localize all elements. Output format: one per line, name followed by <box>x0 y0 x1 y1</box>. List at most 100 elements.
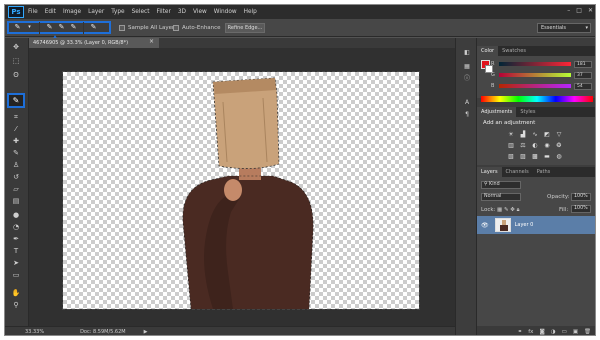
threshold-icon[interactable]: ▩ <box>531 153 539 161</box>
brush-size-icon[interactable]: ✎ <box>89 23 98 32</box>
gradient-tool-icon[interactable]: ▤ <box>10 196 22 206</box>
red-value[interactable]: 181 <box>574 60 592 68</box>
green-track[interactable] <box>499 73 571 77</box>
pen-tool-icon[interactable]: ✒ <box>10 234 22 244</box>
zoom-level[interactable]: 33.33% <box>25 329 44 335</box>
checkbox-box[interactable] <box>173 25 179 31</box>
levels-icon[interactable]: ▟ <box>519 131 527 139</box>
zoom-tool-icon[interactable]: ⚲ <box>10 300 22 310</box>
marquee-tool-icon[interactable]: ⬚ <box>10 56 22 66</box>
sample-all-layers-checkbox[interactable]: Sample All Layers <box>119 25 177 31</box>
menu-help[interactable]: Help <box>244 9 257 15</box>
menu-image[interactable]: Image <box>63 9 81 15</box>
photo-filter-icon[interactable]: ◉ <box>543 142 551 150</box>
eraser-tool-icon[interactable]: ▱ <box>10 184 22 194</box>
menu-select[interactable]: Select <box>132 9 150 15</box>
eye-icon[interactable]: 👁︎ <box>481 222 489 229</box>
menu-window[interactable]: Window <box>214 9 237 15</box>
adjustment-layer-icon[interactable]: ◑ <box>551 329 556 335</box>
layer-filter-select[interactable]: ⚲ Kind <box>481 181 521 189</box>
history-brush-tool-icon[interactable]: ↺ <box>10 172 22 182</box>
auto-enhance-checkbox[interactable]: Auto-Enhance <box>173 25 221 31</box>
menu-view[interactable]: View <box>193 9 207 15</box>
refine-edge-button[interactable]: Refine Edge... <box>225 23 265 33</box>
maximize-button[interactable]: □ <box>576 7 582 14</box>
tab-paths[interactable]: Paths <box>533 167 555 177</box>
blur-tool-icon[interactable]: ● <box>10 210 22 220</box>
character-panel-icon[interactable]: A <box>462 98 472 107</box>
tab-color[interactable]: Color <box>477 46 499 56</box>
opacity-input[interactable]: 100% <box>571 193 591 201</box>
menu-filter[interactable]: Filter <box>156 9 170 15</box>
type-tool-icon[interactable]: T <box>10 246 22 256</box>
red-slider[interactable]: R 181 <box>491 60 595 68</box>
brightness-contrast-icon[interactable]: ☀ <box>507 131 515 139</box>
green-value[interactable]: 37 <box>574 71 592 79</box>
curves-icon[interactable]: ∿ <box>531 131 539 139</box>
fill-input[interactable]: 100% <box>571 205 591 213</box>
history-panel-icon[interactable]: ◧ <box>462 48 472 57</box>
layer-name[interactable]: Layer 0 <box>515 222 534 228</box>
gradient-map-icon[interactable]: ▬ <box>543 153 551 161</box>
info-panel-icon[interactable]: ⓘ <box>462 74 472 83</box>
subtract-from-selection-icon[interactable]: ✎ <box>69 23 78 32</box>
hue-saturation-icon[interactable]: ▥ <box>507 142 515 150</box>
tab-channels[interactable]: Channels <box>502 167 533 177</box>
menu-type[interactable]: Type <box>111 9 124 15</box>
brush-tool-icon[interactable]: ✎ <box>10 148 22 158</box>
posterize-icon[interactable]: ▨ <box>519 153 527 161</box>
blue-slider[interactable]: B 54 <box>491 82 595 90</box>
tab-swatches[interactable]: Swatches <box>498 46 530 56</box>
clone-stamp-tool-icon[interactable]: ♙ <box>10 160 22 170</box>
paragraph-panel-icon[interactable]: ¶ <box>462 110 472 119</box>
color-balance-icon[interactable]: ⚖ <box>519 142 527 150</box>
menu-3d[interactable]: 3D <box>178 9 186 15</box>
trash-icon[interactable]: 🗑︎ <box>584 329 591 335</box>
document-tab[interactable]: 46746905 @ 33.3% (Layer 0, RGB/8*) <box>29 38 159 48</box>
workspace-select[interactable]: Essentials ▾ <box>537 23 591 33</box>
path-selection-tool-icon[interactable]: ➤ <box>10 258 22 268</box>
eyedropper-tool-icon[interactable]: ⁄ <box>10 124 22 134</box>
tab-styles[interactable]: Styles <box>516 107 539 117</box>
menu-file[interactable]: File <box>28 9 38 15</box>
color-spectrum-bar[interactable] <box>481 96 593 102</box>
vibrance-icon[interactable]: ▽ <box>555 131 563 139</box>
properties-panel-icon[interactable]: ▦ <box>462 62 472 71</box>
channel-mixer-icon[interactable]: ❂ <box>555 142 563 150</box>
layer-row[interactable]: 👁︎ Layer 0 <box>477 216 595 234</box>
minimize-button[interactable]: – <box>567 7 570 14</box>
red-track[interactable] <box>499 62 571 66</box>
hand-tool-icon[interactable]: ✋ <box>10 288 22 298</box>
menu-edit[interactable]: Edit <box>45 9 56 15</box>
lock-icons[interactable]: ▦ ✎ ✥ 🔒︎ <box>497 207 520 214</box>
close-icon[interactable]: × <box>149 38 154 45</box>
rectangle-tool-icon[interactable]: ▭ <box>10 270 22 280</box>
green-slider[interactable]: G 37 <box>491 71 595 79</box>
exposure-icon[interactable]: ◩ <box>543 131 551 139</box>
selective-color-icon[interactable]: ◍ <box>555 153 563 161</box>
status-arrow-icon[interactable]: ▶ <box>144 329 148 335</box>
lasso-tool-icon[interactable]: ʘ <box>10 70 22 80</box>
healing-brush-tool-icon[interactable]: ✚ <box>10 136 22 146</box>
close-button[interactable]: ✕ <box>588 7 593 14</box>
quick-selection-tool-icon[interactable]: ✎ <box>7 93 25 108</box>
move-tool-icon[interactable]: ✥ <box>10 42 22 52</box>
folder-icon[interactable]: ▭ <box>562 329 567 335</box>
new-layer-icon[interactable]: ▣ <box>573 329 578 335</box>
checkbox-box[interactable] <box>119 25 125 31</box>
link-icon[interactable]: ⚭ <box>518 329 523 335</box>
fx-icon[interactable]: fx <box>528 329 533 335</box>
blue-track[interactable] <box>499 84 571 88</box>
crop-tool-icon[interactable]: ⌗ <box>10 112 22 122</box>
mask-icon[interactable]: ◙ <box>539 329 544 335</box>
tab-layers[interactable]: Layers <box>477 167 502 177</box>
blue-value[interactable]: 54 <box>574 82 592 90</box>
quick-selection-preset-icon[interactable]: ✎ <box>13 23 22 32</box>
tab-adjustments[interactable]: Adjustments <box>477 107 517 117</box>
invert-icon[interactable]: ▧ <box>507 153 515 161</box>
blend-mode-select[interactable]: Normal <box>481 193 521 201</box>
dodge-tool-icon[interactable]: ◔ <box>10 222 22 232</box>
menu-layer[interactable]: Layer <box>88 9 104 15</box>
black-white-icon[interactable]: ◐ <box>531 142 539 150</box>
image-canvas[interactable] <box>62 71 420 310</box>
